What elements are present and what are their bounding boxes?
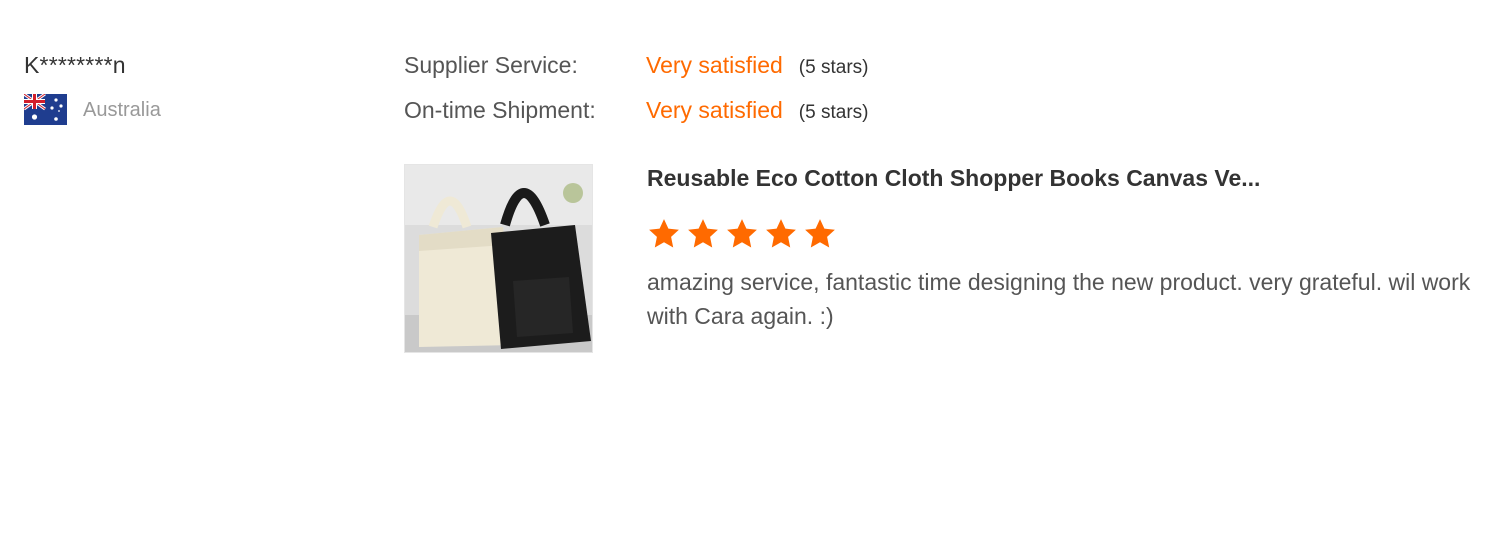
- rating-row-supplier-service: Supplier Service: Very satisfied (5 star…: [404, 50, 868, 95]
- australia-flag-icon: [24, 94, 67, 125]
- reviewer-info: K********n Australia: [24, 50, 364, 125]
- rating-label: Supplier Service:: [404, 52, 578, 78]
- product-info: Reusable Eco Cotton Cloth Shopper Books …: [647, 164, 1497, 353]
- rating-label: On-time Shipment:: [404, 97, 596, 123]
- rating-value: Very satisfied: [646, 97, 783, 123]
- rating-row-on-time-shipment: On-time Shipment: Very satisfied (5 star…: [404, 95, 868, 140]
- review-text: amazing service, fantastic time designin…: [647, 269, 1471, 329]
- star-icon: [766, 219, 796, 248]
- star-icon: [727, 219, 757, 248]
- star-icon: [805, 219, 835, 248]
- star-icon: [649, 219, 679, 248]
- country-name: Australia: [83, 98, 161, 121]
- star-icon: [688, 219, 718, 248]
- reviewer-country: Australia: [24, 94, 364, 125]
- rating-value: Very satisfied: [646, 52, 783, 78]
- product-review: Reusable Eco Cotton Cloth Shopper Books …: [404, 164, 1497, 353]
- supplier-ratings: Supplier Service: Very satisfied (5 star…: [404, 50, 868, 140]
- product-title[interactable]: Reusable Eco Cotton Cloth Shopper Books …: [647, 164, 1497, 192]
- product-star-rating: [647, 217, 1497, 251]
- rating-stars-text: (5 stars): [798, 57, 869, 78]
- rating-stars-text: (5 stars): [798, 102, 869, 123]
- reviewer-name: K********n: [24, 52, 126, 78]
- product-thumbnail[interactable]: [404, 164, 593, 353]
